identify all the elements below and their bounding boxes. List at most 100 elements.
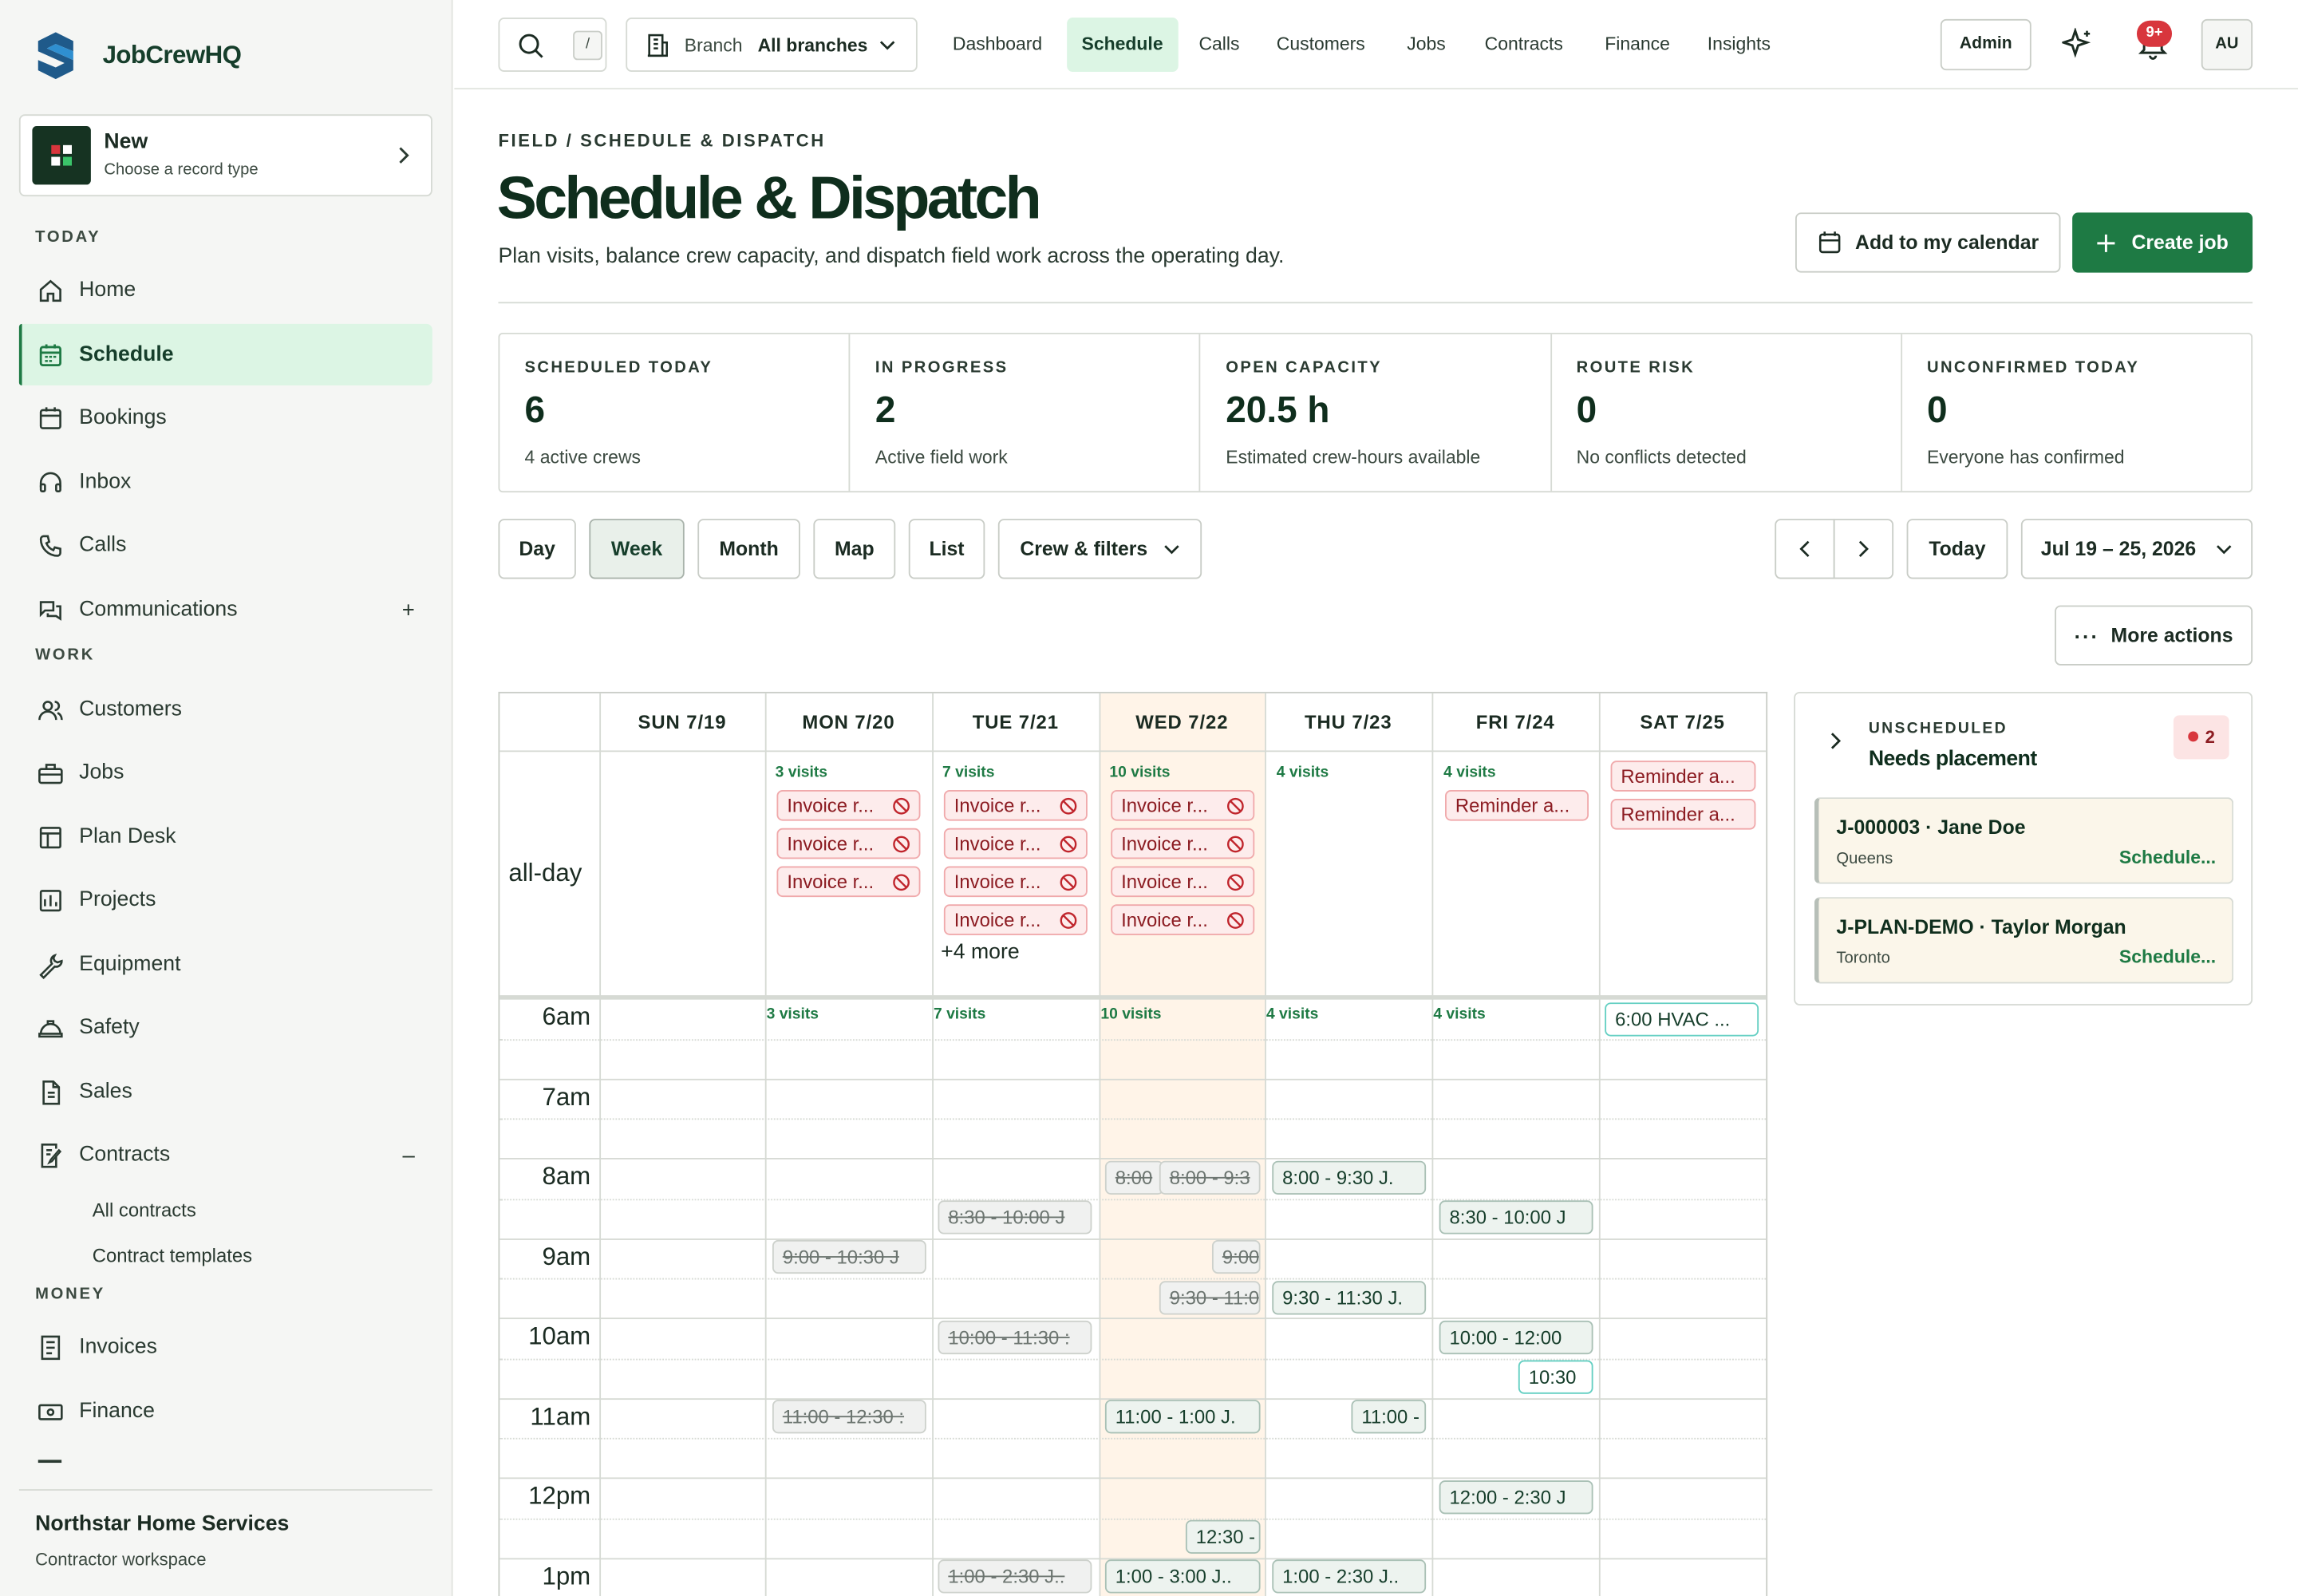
invoice-reminder-chip[interactable]: Invoice r... [776,790,921,821]
visit-count[interactable]: 7 visits [942,764,994,781]
invoice-reminder-chip[interactable]: Invoice r... [776,828,921,859]
subnav-all-contracts[interactable]: All contracts [93,1199,196,1221]
sidebar-item-calls[interactable]: Calls [19,515,432,576]
reminder-chip[interactable]: Reminder a... [1445,790,1589,821]
date-range-select[interactable]: Jul 19 – 25, 2026 [2020,519,2253,579]
event-block[interactable]: 1:00 - 2:30 J.. [938,1559,1092,1594]
collapse-toggle[interactable]: – [402,1143,414,1167]
event-block[interactable]: 12:00 - 2:30 J [1439,1480,1593,1515]
reminder-chip[interactable]: Reminder a... [1610,799,1756,830]
sidebar-item-jobs[interactable]: Jobs [19,741,432,803]
event-block[interactable]: 11:00 - 12:30 : [772,1400,926,1434]
unscheduled-job-card[interactable]: J-PLAN-DEMO · Taylor Morgan Toronto Sche… [1814,897,2234,984]
event-block[interactable]: 9:30 - 11:30 J. [1272,1281,1427,1315]
sidebar-item-customers[interactable]: Customers [19,678,432,740]
event-block[interactable]: 11:00 - [1351,1400,1427,1434]
admin-button[interactable]: Admin [1940,18,2031,71]
visit-count[interactable]: 3 visits [767,1005,819,1023]
event-block[interactable]: 8:00 - 9:3 [1159,1160,1261,1195]
event-block[interactable]: 12:30 - [1185,1519,1261,1554]
invoice-reminder-chip[interactable]: Invoice r... [1111,828,1255,859]
sidebar-item-contracts[interactable]: Contracts – [19,1124,432,1186]
event-block[interactable]: 1:00 - 2:30 J.. [1272,1559,1427,1594]
crew-filters-button[interactable]: Crew & filters [997,519,1202,579]
topnav-contracts[interactable]: Contracts [1470,18,1577,72]
more-actions-button[interactable]: ··· More actions [2055,605,2253,666]
sidebar-item-communications[interactable]: Communications + [19,579,432,641]
invoice-reminder-chip[interactable]: Invoice r... [776,866,921,898]
view-week[interactable]: Week [589,519,685,579]
day-header-tue[interactable]: TUE 7/21 [932,711,1099,733]
invoice-reminder-chip[interactable]: Invoice r... [943,866,1088,898]
event-block[interactable]: 9:00 [1211,1239,1261,1274]
sidebar-item-projects[interactable]: Projects [19,869,432,930]
day-header-sat[interactable]: SAT 7/25 [1599,711,1766,733]
sidebar-item-inbox[interactable]: Inbox [19,452,432,513]
sidebar-item-plan-desk[interactable]: Plan Desk [19,806,432,867]
invoice-reminder-chip[interactable]: Invoice r... [1111,904,1255,935]
schedule-link[interactable]: Schedule... [2119,947,2216,968]
next-week-button[interactable] [1833,519,1894,579]
sparkle-icon[interactable] [2062,27,2094,60]
topnav-finance[interactable]: Finance [1590,18,1684,72]
day-header-sun[interactable]: SUN 7/19 [599,711,765,733]
workspace-footer[interactable]: Northstar Home Services Contractor works… [18,1489,432,1570]
view-map[interactable]: Map [813,519,896,579]
sidebar-item-bookings[interactable]: Bookings [19,387,432,448]
search-button[interactable]: / [498,18,607,73]
event-block[interactable]: 8:00 [1104,1160,1164,1195]
view-list[interactable]: List [908,519,985,579]
invoice-reminder-chip[interactable]: Invoice r... [1111,790,1255,821]
day-header-wed[interactable]: WED 7/22 [1100,711,1265,733]
sidebar-item-home[interactable]: Home [19,259,432,321]
topnav-dashboard[interactable]: Dashboard [938,18,1057,72]
sidebar-item-safety[interactable]: Safety [19,997,432,1058]
chevron-right-icon[interactable] [1829,732,1842,751]
event-block[interactable]: 8:30 - 10:00 J [1439,1200,1593,1235]
event-block[interactable]: 9:00 - 10:30 J [772,1239,926,1274]
branch-select[interactable]: Branch All branches [626,18,918,73]
subnav-contract-templates[interactable]: Contract templates [93,1244,252,1266]
new-record-card[interactable]: New Choose a record type [18,114,432,197]
invoice-reminder-chip[interactable]: Invoice r... [1111,866,1255,898]
topnav-jobs[interactable]: Jobs [1392,18,1460,72]
invoice-reminder-chip[interactable]: Invoice r... [943,790,1088,821]
event-block[interactable]: 9:30 - 11:0 [1159,1281,1261,1315]
sidebar-item-equipment[interactable]: Equipment [19,934,432,995]
visit-count[interactable]: 4 visits [1266,1005,1318,1023]
event-block[interactable]: 10:00 - 11:30 : [938,1320,1092,1355]
day-header-thu[interactable]: THU 7/23 [1265,711,1431,733]
event-block[interactable]: 6:00 HVAC ... [1605,1002,1759,1037]
invoice-reminder-chip[interactable]: Invoice r... [943,904,1088,935]
visit-count[interactable]: 10 visits [1100,1005,1161,1023]
topnav-insights[interactable]: Insights [1692,18,1785,72]
topnav-schedule[interactable]: Schedule [1067,18,1178,73]
event-block[interactable]: 10:00 - 12:00 [1439,1320,1593,1355]
add-to-calendar-button[interactable]: Add to my calendar [1795,212,2061,273]
visit-count[interactable]: 10 visits [1109,764,1170,781]
view-day[interactable]: Day [498,519,576,579]
visit-count[interactable]: 4 visits [1277,764,1329,781]
event-block[interactable]: 1:00 - 3:00 J.. [1104,1559,1261,1594]
view-month[interactable]: Month [697,519,800,579]
brand[interactable]: JobCrewHQ [32,32,242,80]
visit-count[interactable]: 4 visits [1443,764,1495,781]
unscheduled-job-card[interactable]: J-000003 · Jane Doe Queens Schedule... [1814,797,2234,884]
more-events-link[interactable]: +4 more [941,941,1019,964]
sidebar-item-invoices[interactable]: Invoices [19,1316,432,1377]
invoice-reminder-chip[interactable]: Invoice r... [943,828,1088,859]
avatar[interactable]: AU [2201,18,2253,71]
sidebar-item-sales[interactable]: Sales [19,1061,432,1123]
event-block[interactable]: 10:30 [1518,1360,1593,1394]
prev-week-button[interactable] [1775,519,1835,579]
visit-count[interactable]: 3 visits [776,764,827,781]
event-block[interactable]: 11:00 - 1:00 J. [1104,1400,1261,1434]
topnav-customers[interactable]: Customers [1262,18,1380,72]
day-header-mon[interactable]: MON 7/20 [765,711,932,733]
sidebar-item-schedule[interactable]: Schedule [18,323,432,386]
event-block[interactable]: 8:30 - 10:00 J [938,1200,1092,1235]
day-header-fri[interactable]: FRI 7/24 [1431,711,1598,733]
create-job-button[interactable]: Create job [2072,212,2253,273]
today-button[interactable]: Today [1906,519,2008,579]
visit-count[interactable]: 7 visits [934,1005,985,1023]
